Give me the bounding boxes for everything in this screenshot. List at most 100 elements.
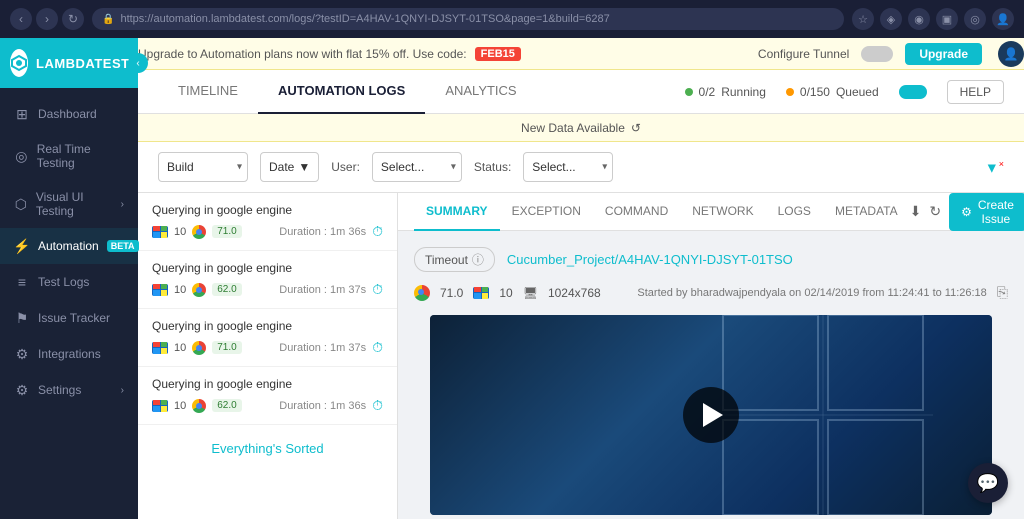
test-duration: Duration : 1m 36s [279,400,366,412]
test-list-panel: Querying in google engine 10 71.0 Durati… [138,193,398,519]
configure-tunnel-label: Configure Tunnel [758,47,849,61]
status-select-wrapper: Select... [523,152,613,182]
tab-timeline[interactable]: TIMELINE [158,70,258,114]
sidebar-collapse-button[interactable]: ‹ [128,53,148,73]
sidebar-logo: LAMBDATEST ‹ [0,38,138,88]
started-by-text: Started by bharadwajpendyala on 02/14/20… [637,287,986,299]
tab-command[interactable]: COMMAND [593,193,680,231]
sidebar-item-automation[interactable]: ⚡ Automation BETA [0,228,138,264]
tab-exception[interactable]: EXCEPTION [500,193,593,231]
ext-icon-2[interactable]: ◉ [908,8,930,30]
notification-bar: Upgrade to Automation plans now with fla… [138,38,1024,70]
list-item[interactable]: Querying in google engine 10 62.0 Durati… [138,251,397,309]
tab-analytics[interactable]: ANALYTICS [425,70,536,114]
refresh-button[interactable]: ↻ [62,8,84,30]
chrome-icon [192,283,206,297]
video-player[interactable] [430,315,992,515]
windows-icon [473,287,489,299]
sidebar-item-test-logs[interactable]: ≡ Test Logs [0,264,138,300]
ext-icon-1[interactable]: ◈ [880,8,902,30]
sidebar-item-label: Integrations [38,347,101,361]
list-item[interactable]: Querying in google engine 10 71.0 Durati… [138,193,397,251]
status-toggle[interactable] [899,85,927,99]
tab-automation-logs[interactable]: AUTOMATION LOGS [258,70,425,114]
running-dot [685,88,693,96]
test-id-link[interactable]: Cucumber_Project/A4HAV-1QNYI-DJSYT-01TSO [507,252,793,267]
queued-label: Queued [836,85,879,99]
tab-metadata[interactable]: METADATA [823,193,910,231]
browser-version: 62.0 [212,283,241,296]
sidebar-item-real-time-testing[interactable]: ◎ Real Time Testing [0,132,138,180]
timer-icon: ⏱ [372,223,383,240]
test-meta: 10 71.0 Duration : 1m 37s ⏱ [152,339,383,356]
sidebar-item-settings[interactable]: ⚙ Settings › [0,372,138,408]
top-actions: ☆ ◈ ◉ ▣ ◎ 👤 [852,8,1014,30]
beta-badge: BETA [107,240,139,252]
logo-icon [10,49,28,77]
list-item[interactable]: Querying in google engine 10 62.0 Durati… [138,367,397,425]
ext-icon-4[interactable]: ◎ [964,8,986,30]
chevron-down-icon: › [121,199,124,210]
sidebar-item-label: Settings [38,383,81,397]
ext-icon-3[interactable]: ▣ [936,8,958,30]
windows-icon [152,342,168,354]
date-filter-label: Date [269,160,294,174]
create-issue-label: Create Issue [978,198,1014,226]
play-button[interactable] [683,387,739,443]
queued-dot [786,88,794,96]
forward-button[interactable]: › [36,8,58,30]
user-avatar[interactable]: 👤 [998,41,1024,67]
tunnel-toggle[interactable] [861,46,893,62]
real-time-icon: ◎ [14,148,29,164]
tab-logs[interactable]: LOGS [766,193,823,231]
test-meta: 10 71.0 Duration : 1m 36s ⏱ [152,223,383,240]
tab-network[interactable]: NETWORK [680,193,765,231]
tab-summary[interactable]: SUMMARY [414,193,500,231]
sidebar-item-visual-ui-testing[interactable]: ⬡ Visual UI Testing › [0,180,138,228]
back-button[interactable]: ‹ [10,8,32,30]
bookmark-icon[interactable]: ☆ [852,8,874,30]
build-select[interactable]: Build [158,152,248,182]
address-bar[interactable]: 🔒 https://automation.lambdatest.com/logs… [92,8,844,30]
timeout-row: Timeout ⓘ Cucumber_Project/A4HAV-1QNYI-D… [414,247,1008,272]
help-button[interactable]: HELP [947,80,1004,104]
right-tabs: SUMMARY EXCEPTION COMMAND NETWORK LOGS [398,193,1024,231]
refresh-icon[interactable]: ↺ [631,121,641,135]
test-title: Querying in google engine [152,261,383,275]
user-select[interactable]: Select... [372,152,462,182]
os-version: 10 [174,226,186,238]
profile-icon[interactable]: 👤 [992,8,1014,30]
test-title: Querying in google engine [152,319,383,333]
test-meta: 10 62.0 Duration : 1m 36s ⏱ [152,397,383,414]
list-item[interactable]: Querying in google engine 10 71.0 Durati… [138,309,397,367]
user-select-wrapper: Select... [372,152,462,182]
sidebar-item-issue-tracker[interactable]: ⚑ Issue Tracker [0,300,138,336]
chrome-icon [192,225,206,239]
chrome-icon [414,285,430,301]
windows-icon [152,400,168,412]
os-version: 10 [499,286,512,300]
chat-button[interactable]: 💬 [968,463,1008,503]
download-icon[interactable]: ⬇ [910,203,922,220]
queued-count: 0/150 [800,85,830,99]
create-issue-button[interactable]: ⚙ Create Issue [949,193,1024,231]
sidebar-item-dashboard[interactable]: ⊞ Dashboard [0,96,138,132]
copy-icon[interactable]: ⎘ [997,284,1008,301]
browser-version: 62.0 [212,399,241,412]
upgrade-button[interactable]: Upgrade [905,43,982,65]
play-icon [703,403,723,427]
date-filter[interactable]: Date ▼ [260,152,319,182]
logo-text: LAMBDATEST [36,56,130,71]
status-select[interactable]: Select... [523,152,613,182]
everything-sorted-label: Everything's Sorted [138,425,397,472]
windows-icon [152,284,168,296]
sidebar-item-integrations[interactable]: ⚙ Integrations [0,336,138,372]
url-text: https://automation.lambdatest.com/logs/?… [120,13,609,25]
timer-icon: ⏱ [372,281,383,298]
running-status: 0/2 Running [685,85,766,99]
monitor-icon: 🖥 [523,286,538,300]
refresh-icon[interactable]: ↻ [929,203,941,220]
new-data-text: New Data Available [521,121,625,135]
main-layout: LAMBDATEST ‹ ⊞ Dashboard ◎ Real Time Tes… [0,38,1024,519]
filter-funnel-icon[interactable]: ▼× [985,159,1004,176]
